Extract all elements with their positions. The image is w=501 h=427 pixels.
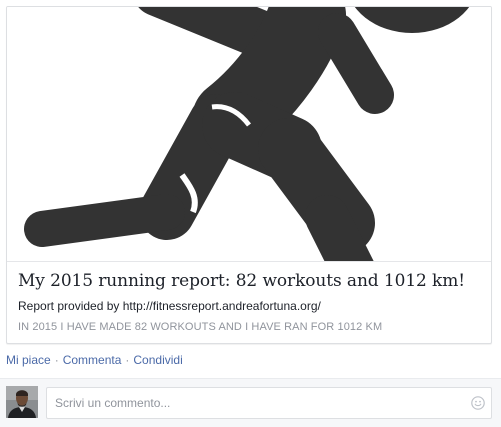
comment-link[interactable]: Commenta	[63, 353, 122, 367]
like-link[interactable]: Mi piace	[6, 353, 51, 367]
action-separator: ·	[125, 353, 130, 367]
comment-input[interactable]	[47, 388, 457, 418]
smiley-icon[interactable]	[471, 396, 485, 410]
link-title[interactable]: My 2015 running report: 82 workouts and …	[18, 271, 488, 291]
comment-composer[interactable]	[46, 387, 492, 419]
link-caption[interactable]: IN 2015 I HAVE MADE 82 WORKOUTS AND I HA…	[18, 321, 488, 333]
user-avatar[interactable]	[6, 386, 38, 418]
share-link[interactable]: Condividi	[133, 353, 182, 367]
link-preview-image[interactable]	[7, 7, 491, 261]
link-preview-card[interactable]: My 2015 running report: 82 workouts and …	[6, 6, 492, 344]
running-person-icon	[24, 7, 470, 261]
link-description[interactable]: Report provided by http://fitnessreport.…	[18, 299, 488, 313]
action-separator: ·	[54, 353, 59, 367]
post-actions: Mi piace · Commenta · Condividi	[6, 353, 183, 369]
card-divider	[7, 261, 491, 262]
avatar-image	[6, 386, 38, 418]
